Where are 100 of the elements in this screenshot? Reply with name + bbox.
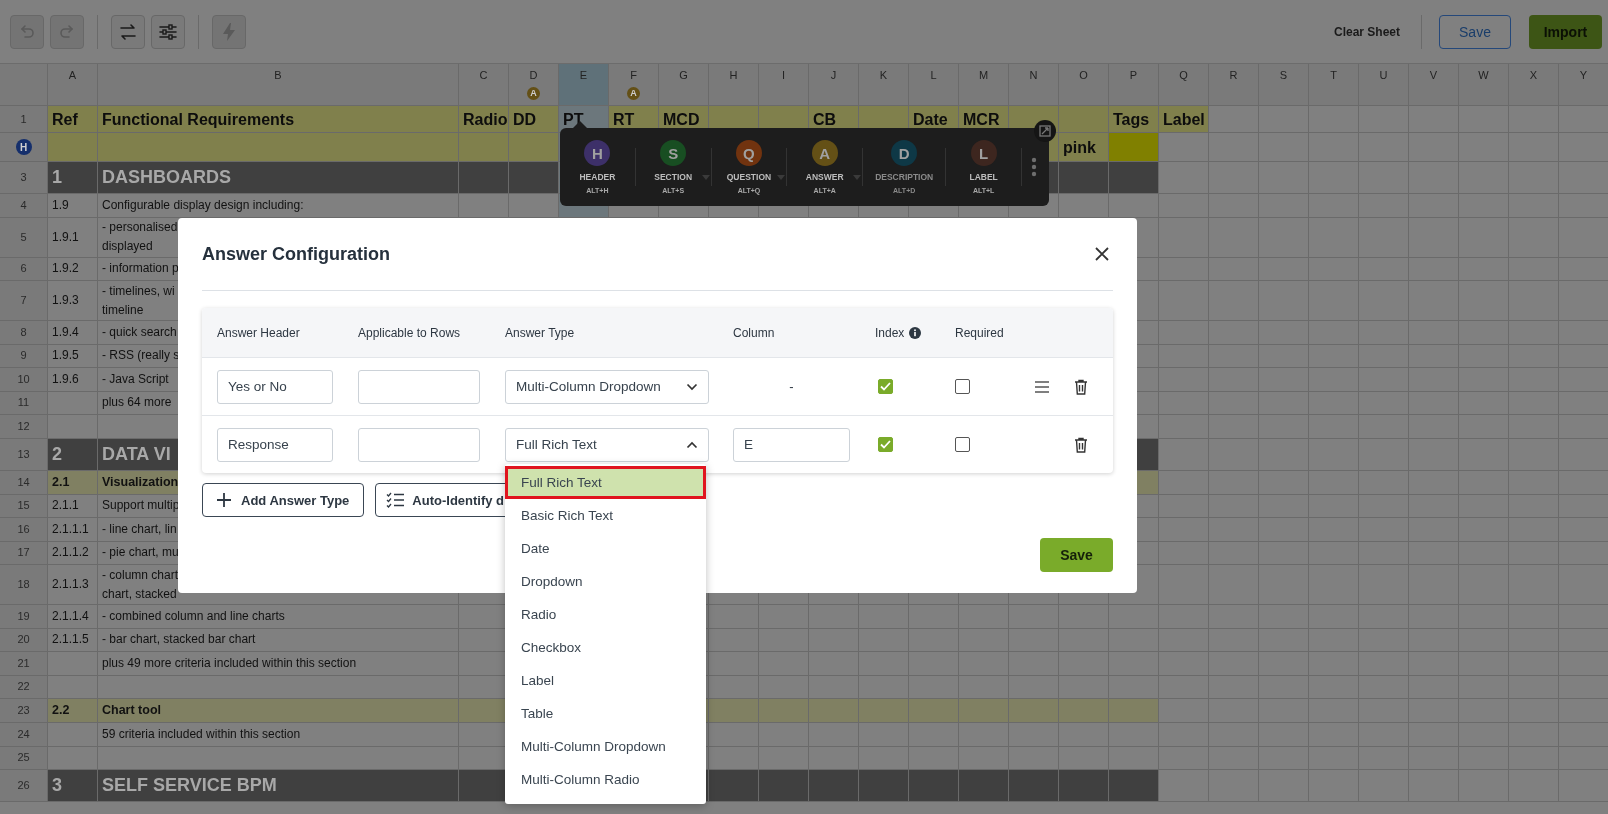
row-number[interactable]: 26 [0, 770, 48, 802]
caret-icon[interactable] [686, 382, 698, 391]
table-cell: 1.9.6 [48, 368, 98, 392]
table-cell: 1.9.3 [48, 281, 98, 321]
text-field[interactable]: Response [217, 427, 333, 462]
text-field[interactable] [358, 427, 480, 462]
more-icon[interactable] [1031, 157, 1037, 177]
row-number[interactable]: 15 [0, 494, 48, 518]
column-badge: A [527, 87, 540, 100]
row-number[interactable]: 7 [0, 281, 48, 321]
expand-icon[interactable] [1034, 120, 1056, 142]
row-number[interactable]: 4 [0, 194, 48, 218]
clear-sheet-button[interactable]: Clear Sheet [1329, 24, 1404, 39]
dropdown-option[interactable]: Checkbox [505, 630, 706, 664]
import-button[interactable]: Import [1529, 14, 1602, 49]
add-answer-type-button[interactable]: Add Answer Type [202, 483, 365, 517]
column-header[interactable]: Y [1559, 64, 1608, 106]
row-number[interactable]: 13 [0, 438, 48, 471]
checkbox[interactable] [878, 379, 893, 394]
row-number[interactable]: 11 [0, 391, 48, 415]
column-header[interactable]: M [959, 64, 1009, 106]
text-field[interactable]: E [733, 427, 850, 462]
checkbox[interactable] [955, 379, 970, 394]
tool-label: HEADER [579, 172, 616, 182]
caret-icon[interactable] [686, 440, 698, 449]
row-number[interactable]: 8 [0, 321, 48, 345]
checkbox[interactable] [955, 437, 970, 452]
corner-cell[interactable] [0, 64, 48, 106]
trash-icon[interactable] [1074, 378, 1088, 395]
dropdown-option[interactable]: Label [505, 663, 706, 697]
column-header[interactable]: Q [1159, 64, 1209, 106]
column-header[interactable]: P [1109, 64, 1159, 106]
dropdown-option[interactable]: Date [505, 531, 706, 565]
column-header[interactable]: H [709, 64, 759, 106]
column-header[interactable]: S [1259, 64, 1309, 106]
table-cell: 1.9 [48, 194, 98, 218]
sliders-button[interactable] [151, 14, 185, 49]
save-button[interactable]: Save [1040, 538, 1113, 572]
column-header[interactable]: D A [509, 64, 559, 106]
row-number[interactable]: 6 [0, 257, 48, 281]
column-header[interactable]: N [1009, 64, 1059, 106]
table-cell: - combined column and line charts [98, 605, 459, 629]
tool-label: ANSWER [805, 172, 844, 182]
column-header[interactable]: G [659, 64, 709, 106]
row-number[interactable]: 20 [0, 628, 48, 652]
column-header[interactable]: X [1509, 64, 1559, 106]
dropdown-option[interactable]: Multi-Column Radio [505, 762, 706, 796]
dropdown-option[interactable]: Table [505, 696, 706, 730]
column-header[interactable]: E [559, 64, 609, 106]
column-header[interactable]: J [809, 64, 859, 106]
close-icon [1094, 246, 1110, 262]
type-badge[interactable]: S [660, 140, 687, 166]
column-header[interactable]: I [759, 64, 809, 106]
table-cell: 59 criteria included within this section [98, 723, 459, 747]
save-button[interactable]: Save [1439, 14, 1511, 49]
dropdown-option[interactable]: Dropdown [505, 564, 706, 598]
column-header[interactable]: T [1309, 64, 1359, 106]
row-number[interactable]: 25 [0, 746, 48, 770]
row-number[interactable]: 9 [0, 344, 48, 368]
row-number[interactable]: 16 [0, 518, 48, 542]
row-number[interactable]: 22 [0, 675, 48, 699]
column-header[interactable]: C [459, 64, 509, 106]
checkbox[interactable] [878, 437, 893, 452]
row-number[interactable]: 17 [0, 541, 48, 565]
dropdown-option[interactable]: Full Rich Text [505, 465, 706, 499]
type-badge[interactable]: A [811, 140, 838, 166]
column-header[interactable]: F A [609, 64, 659, 106]
column-header[interactable]: R [1209, 64, 1259, 106]
row-number[interactable]: 23 [0, 699, 48, 723]
row-number[interactable]: 14 [0, 470, 48, 495]
row-number[interactable]: H [0, 133, 48, 162]
answer-type-select[interactable]: Multi-Column Dropdown [505, 369, 709, 404]
dropdown-option[interactable]: Radio [505, 597, 706, 631]
row-number[interactable]: 3 [0, 162, 48, 194]
column-header[interactable]: O [1059, 64, 1109, 106]
text-field[interactable] [358, 369, 480, 404]
row-number[interactable]: 21 [0, 652, 48, 676]
row-number[interactable]: 19 [0, 605, 48, 629]
row-number[interactable]: 1 [0, 106, 48, 133]
column-header[interactable]: V [1409, 64, 1459, 106]
column-header[interactable]: U [1359, 64, 1409, 106]
type-badge[interactable]: L [970, 140, 997, 166]
row-number[interactable]: 18 [0, 565, 48, 605]
type-badge[interactable]: H [584, 140, 611, 166]
column-header[interactable]: B [98, 64, 459, 106]
type-badge[interactable]: Q [735, 140, 762, 166]
dropdown-option[interactable]: Multi-Column Dropdown [505, 729, 706, 763]
row-number[interactable]: 24 [0, 723, 48, 747]
menu-icon[interactable] [1034, 379, 1050, 394]
row-number[interactable]: 5 [0, 217, 48, 258]
column-header[interactable]: L [909, 64, 959, 106]
row-number[interactable]: 12 [0, 415, 48, 439]
column-header[interactable]: K [859, 64, 909, 106]
column-header[interactable]: A [48, 64, 98, 106]
text-field[interactable]: Yes or No [217, 369, 333, 404]
trash-icon[interactable] [1074, 436, 1088, 453]
info-icon[interactable] [909, 326, 922, 339]
row-number[interactable]: 10 [0, 368, 48, 392]
swap-button[interactable] [111, 14, 145, 49]
column-header[interactable]: W [1459, 64, 1509, 106]
